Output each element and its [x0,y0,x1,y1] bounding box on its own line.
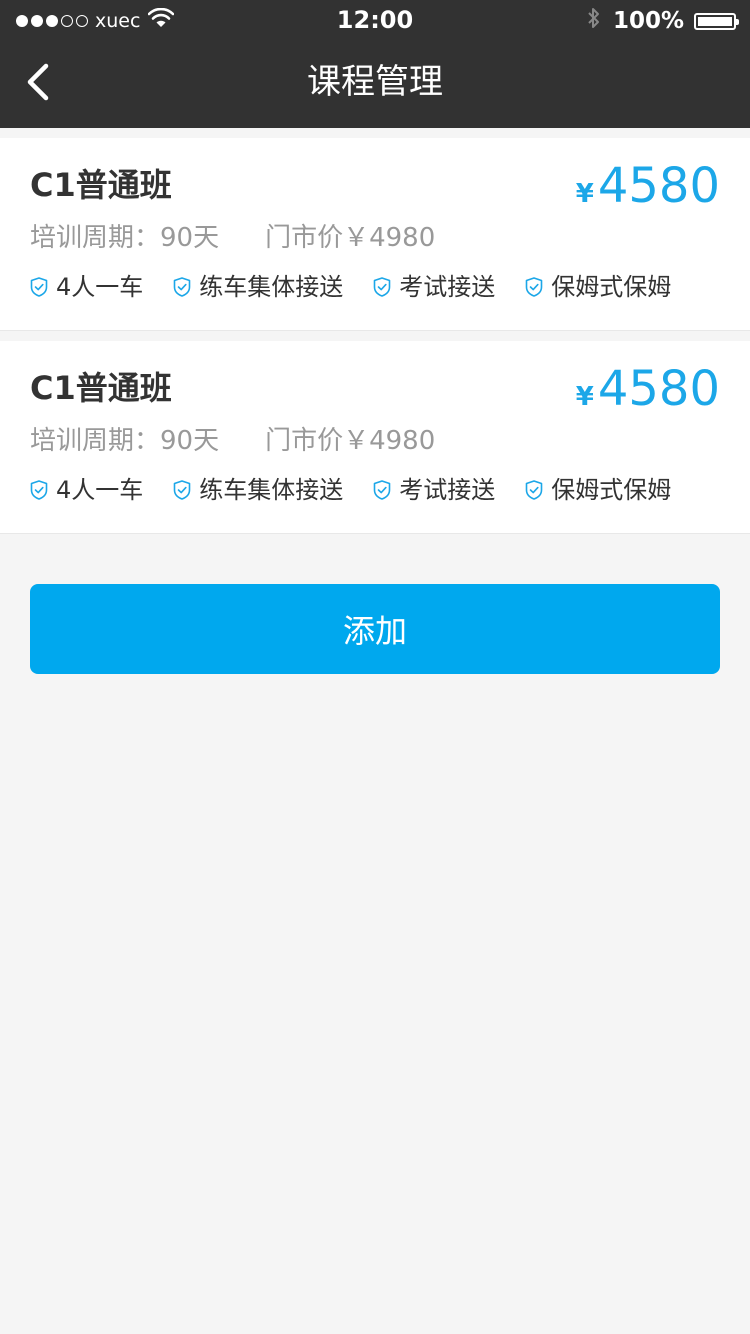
course-card[interactable]: C1普通班 ¥ 4580 培训周期：90天 门市价￥4980 4人一车 练车集体接… [0,138,750,331]
currency-symbol: ¥ [575,179,594,209]
course-price: ¥ 4580 [576,361,720,417]
shield-check-icon [373,277,391,297]
shield-check-icon [373,480,391,500]
shield-check-icon [525,480,543,500]
feature-label: 保姆式保姆 [551,476,672,504]
status-right: 100% [587,6,739,36]
battery-percent: 100% [612,8,684,34]
status-bar: xuec 12:00 100% [0,0,750,40]
feature-item: 练车集体接送 [173,272,343,302]
shield-check-icon [30,480,48,500]
shield-check-icon [525,277,543,297]
course-price: ¥ 4580 [576,158,720,214]
feature-item: 考试接送 [373,272,495,302]
market-price: 门市价￥4980 [265,223,436,253]
course-meta: 培训周期：90天 门市价￥4980 [30,425,435,457]
shield-check-icon [173,277,191,297]
course-meta: 培训周期：90天 门市价￥4980 [30,222,435,254]
price-value: 4580 [597,158,720,214]
shield-check-icon [173,480,191,500]
price-value: 4580 [597,361,720,417]
feature-label: 考试接送 [399,476,496,504]
feature-item: 4人一车 [30,475,143,505]
header: xuec 12:00 100% 课程管理 [0,0,750,128]
feature-label: 考试接送 [399,273,496,301]
feature-label: 4人一车 [56,273,144,301]
feature-item: 4人一车 [30,272,143,302]
feature-label: 4人一车 [56,476,144,504]
course-card[interactable]: C1普通班 ¥ 4580 培训周期：90天 门市价￥4980 4人一车 练车集体接… [0,341,750,534]
course-name: C1普通班 [30,369,172,407]
shield-check-icon [30,277,48,297]
feature-item: 练车集体接送 [173,475,343,505]
training-period: 培训周期：90天 [30,223,220,253]
battery-icon [694,12,739,30]
feature-list: 4人一车 练车集体接送 考试接送 保姆式保姆 [30,475,701,505]
nav-bar: 课程管理 [0,40,750,128]
market-price: 门市价￥4980 [265,426,436,456]
feature-label: 练车集体接送 [199,273,344,301]
bluetooth-icon [587,6,601,36]
feature-item: 保姆式保姆 [525,272,671,302]
feature-list: 4人一车 练车集体接送 考试接送 保姆式保姆 [30,272,701,302]
add-button[interactable]: 添加 [30,584,720,674]
training-period: 培训周期：90天 [30,426,220,456]
course-name: C1普通班 [30,166,172,204]
feature-label: 练车集体接送 [199,476,344,504]
page-title: 课程管理 [307,62,443,102]
feature-label: 保姆式保姆 [551,273,672,301]
feature-item: 保姆式保姆 [525,475,671,505]
feature-item: 考试接送 [373,475,495,505]
currency-symbol: ¥ [575,382,594,412]
